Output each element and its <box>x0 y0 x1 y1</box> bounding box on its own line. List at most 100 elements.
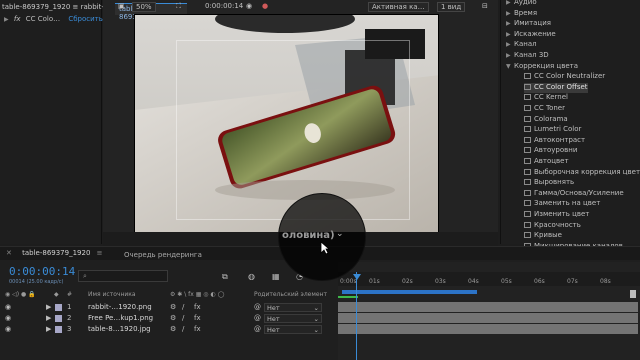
pick-whip-icon[interactable]: @ <box>254 314 261 322</box>
playhead-handle[interactable] <box>353 274 361 280</box>
layer-expand-icon[interactable]: ▶ <box>46 314 51 322</box>
color-icon[interactable]: ● <box>262 2 268 12</box>
expand-arrow-icon[interactable]: ▶ <box>506 41 514 48</box>
effect-item[interactable]: Кривые <box>524 231 562 241</box>
effect-item[interactable]: Автоуровни <box>524 146 577 156</box>
expand-arrow-icon[interactable]: ▶ <box>506 0 514 6</box>
layer-expand-icon[interactable]: ▶ <box>46 325 51 333</box>
frame-blend-icon[interactable]: ▦ <box>272 272 280 281</box>
effect-switch-icon[interactable]: fx <box>194 325 201 333</box>
close-icon[interactable]: ✕ <box>6 249 12 257</box>
expand-arrow-icon[interactable]: ▶ <box>506 20 514 27</box>
zoom-dropdown[interactable]: 50% <box>132 2 156 12</box>
layer-name[interactable]: table-8…1920.jpg <box>88 325 151 333</box>
layer-switch-icon[interactable]: ⚙ <box>170 303 176 311</box>
parent-dropdown[interactable]: Нет ⌄ <box>264 314 322 323</box>
effect-icon <box>524 147 531 154</box>
draft-3d-icon[interactable]: ⧉ <box>222 272 228 282</box>
parent-header[interactable]: Родительский элемент <box>254 291 327 301</box>
effect-label: Кривые <box>534 231 562 240</box>
quality-switch-icon[interactable]: / <box>182 325 184 333</box>
snapshot-icon[interactable]: ◉ <box>246 2 252 12</box>
effect-item[interactable]: CC Color Neutralizer <box>524 72 605 82</box>
effect-label: Изменить цвет <box>534 210 590 218</box>
layer-search-input[interactable]: ⌕ <box>78 270 168 282</box>
layer-bar-2[interactable] <box>338 313 638 323</box>
viewer-timecode[interactable]: 0:00:00:14 <box>205 2 243 12</box>
effect-switch-icon[interactable]: fx <box>194 314 201 322</box>
effect-item[interactable]: CC Color Offset <box>524 82 588 93</box>
layer-switch-icon[interactable]: ⚙ <box>170 325 176 333</box>
preview-icon[interactable]: ▣ <box>118 2 125 12</box>
parent-dropdown[interactable]: Нет ⌄ <box>264 325 322 334</box>
source-name-header[interactable]: Имя источника <box>88 291 136 301</box>
label-color-swatch[interactable] <box>55 315 62 322</box>
timeline-timecode[interactable]: 0:00:00:14 <box>9 265 75 278</box>
effect-category[interactable]: ▶ Имитация <box>506 19 551 29</box>
chevron-down-icon[interactable]: ⌄ <box>336 229 344 239</box>
effect-switch-icon[interactable]: fx <box>194 303 201 311</box>
effect-category[interactable]: ▶ Канал 3D <box>506 51 549 61</box>
visibility-eye-icon[interactable]: ◉ <box>5 325 11 333</box>
effect-item[interactable]: Lumetri Color <box>524 125 581 135</box>
effect-category[interactable]: ▶ Аудио <box>506 0 537 8</box>
layer-expand-icon[interactable]: ▶ <box>46 303 51 311</box>
layout-icon[interactable]: ⊟ <box>482 2 488 12</box>
zoom-end-handle[interactable] <box>630 290 636 298</box>
current-time-indicator[interactable] <box>356 272 357 360</box>
expand-arrow-icon[interactable]: ▶ <box>506 52 514 59</box>
effect-item[interactable]: CC Kernel <box>524 93 568 103</box>
label-color-swatch[interactable] <box>55 304 62 311</box>
shy-icon[interactable]: ◍ <box>248 272 255 281</box>
effect-item[interactable]: Гамма/Основа/Усиление <box>524 189 624 199</box>
reset-link[interactable]: Сбросить <box>68 15 103 23</box>
effect-icon <box>524 115 531 122</box>
layer-bar-3[interactable] <box>338 324 638 334</box>
render-queue-tab[interactable]: Очередь рендеринга <box>124 251 202 259</box>
effect-item[interactable]: Выровнять <box>524 178 574 188</box>
effect-item[interactable]: Выборочная коррекция цвета <box>524 168 640 178</box>
layer-bar-1[interactable] <box>338 302 638 312</box>
effect-item[interactable]: Автоконтраст <box>524 136 585 146</box>
effect-category[interactable]: ▶ Искажение <box>506 30 556 40</box>
layer-name[interactable]: Free Pe…kup1.png <box>88 314 153 322</box>
effect-row[interactable]: ▶ fx CC Colo… Сбросить <box>4 15 103 25</box>
collapse-arrow-icon[interactable]: ▼ <box>506 63 514 70</box>
views-dropdown[interactable]: 1 вид <box>437 2 466 12</box>
menu-icon[interactable]: ≡ <box>97 249 103 257</box>
layer-name[interactable]: rabbit-…1920.png <box>88 303 152 311</box>
pick-whip-icon[interactable]: @ <box>254 325 261 333</box>
effect-item[interactable]: Colorama <box>524 115 568 125</box>
layer-switch-icon[interactable]: ⚙ <box>170 314 176 322</box>
expand-arrow-icon[interactable]: ▶ <box>506 10 514 17</box>
effect-item[interactable]: Красочность <box>524 221 581 231</box>
expand-arrow-icon[interactable]: ▶ <box>4 16 9 23</box>
time-ruler[interactable] <box>338 272 640 286</box>
visibility-eye-icon[interactable]: ◉ <box>5 303 11 311</box>
effect-category[interactable]: ▶ Время <box>506 9 537 19</box>
region-icon[interactable]: ⛶ <box>176 2 181 12</box>
layer-row[interactable]: ◉ ▶ 3 table-8…1920.jpg ⚙ / fx @ Нет ⌄ <box>0 324 338 335</box>
expand-arrow-icon[interactable]: ▶ <box>506 31 514 38</box>
effect-item[interactable]: Автоцвет <box>524 157 569 167</box>
visibility-eye-icon[interactable]: ◉ <box>5 314 11 322</box>
quality-switch-icon[interactable]: / <box>182 303 184 311</box>
effect-category[interactable]: ▼ Коррекция цвета <box>506 62 578 72</box>
effect-icon <box>524 221 531 228</box>
layer-row[interactable]: ◉ ▶ 1 rabbit-…1920.png ⚙ / fx @ Нет ⌄ <box>0 302 338 313</box>
fx-toggle[interactable]: fx <box>14 15 21 23</box>
effect-item[interactable]: Изменить цвет <box>524 210 589 220</box>
pick-whip-icon[interactable]: @ <box>254 303 261 311</box>
camera-dropdown[interactable]: Активная ка… <box>368 2 429 12</box>
work-area-bar[interactable] <box>342 290 477 294</box>
effect-category[interactable]: ▶ Канал <box>506 40 537 50</box>
timeline-tab[interactable]: ✕ table-869379_1920 ≡ <box>6 249 103 259</box>
effect-item[interactable]: Заменить на цвет <box>524 199 600 209</box>
parent-dropdown[interactable]: Нет ⌄ <box>264 303 322 312</box>
layer-row[interactable]: ◉ ▶ 2 Free Pe…kup1.png ⚙ / fx @ Нет ⌄ <box>0 313 338 324</box>
resolution-dropdown[interactable]: оловина) <box>282 230 335 241</box>
effect-item[interactable]: CC Toner <box>524 104 565 114</box>
label-color-swatch[interactable] <box>55 326 62 333</box>
effect-controls-tab[interactable]: table-869379_1920 ≡ rabbit-2… <box>2 3 115 13</box>
quality-switch-icon[interactable]: / <box>182 314 184 322</box>
